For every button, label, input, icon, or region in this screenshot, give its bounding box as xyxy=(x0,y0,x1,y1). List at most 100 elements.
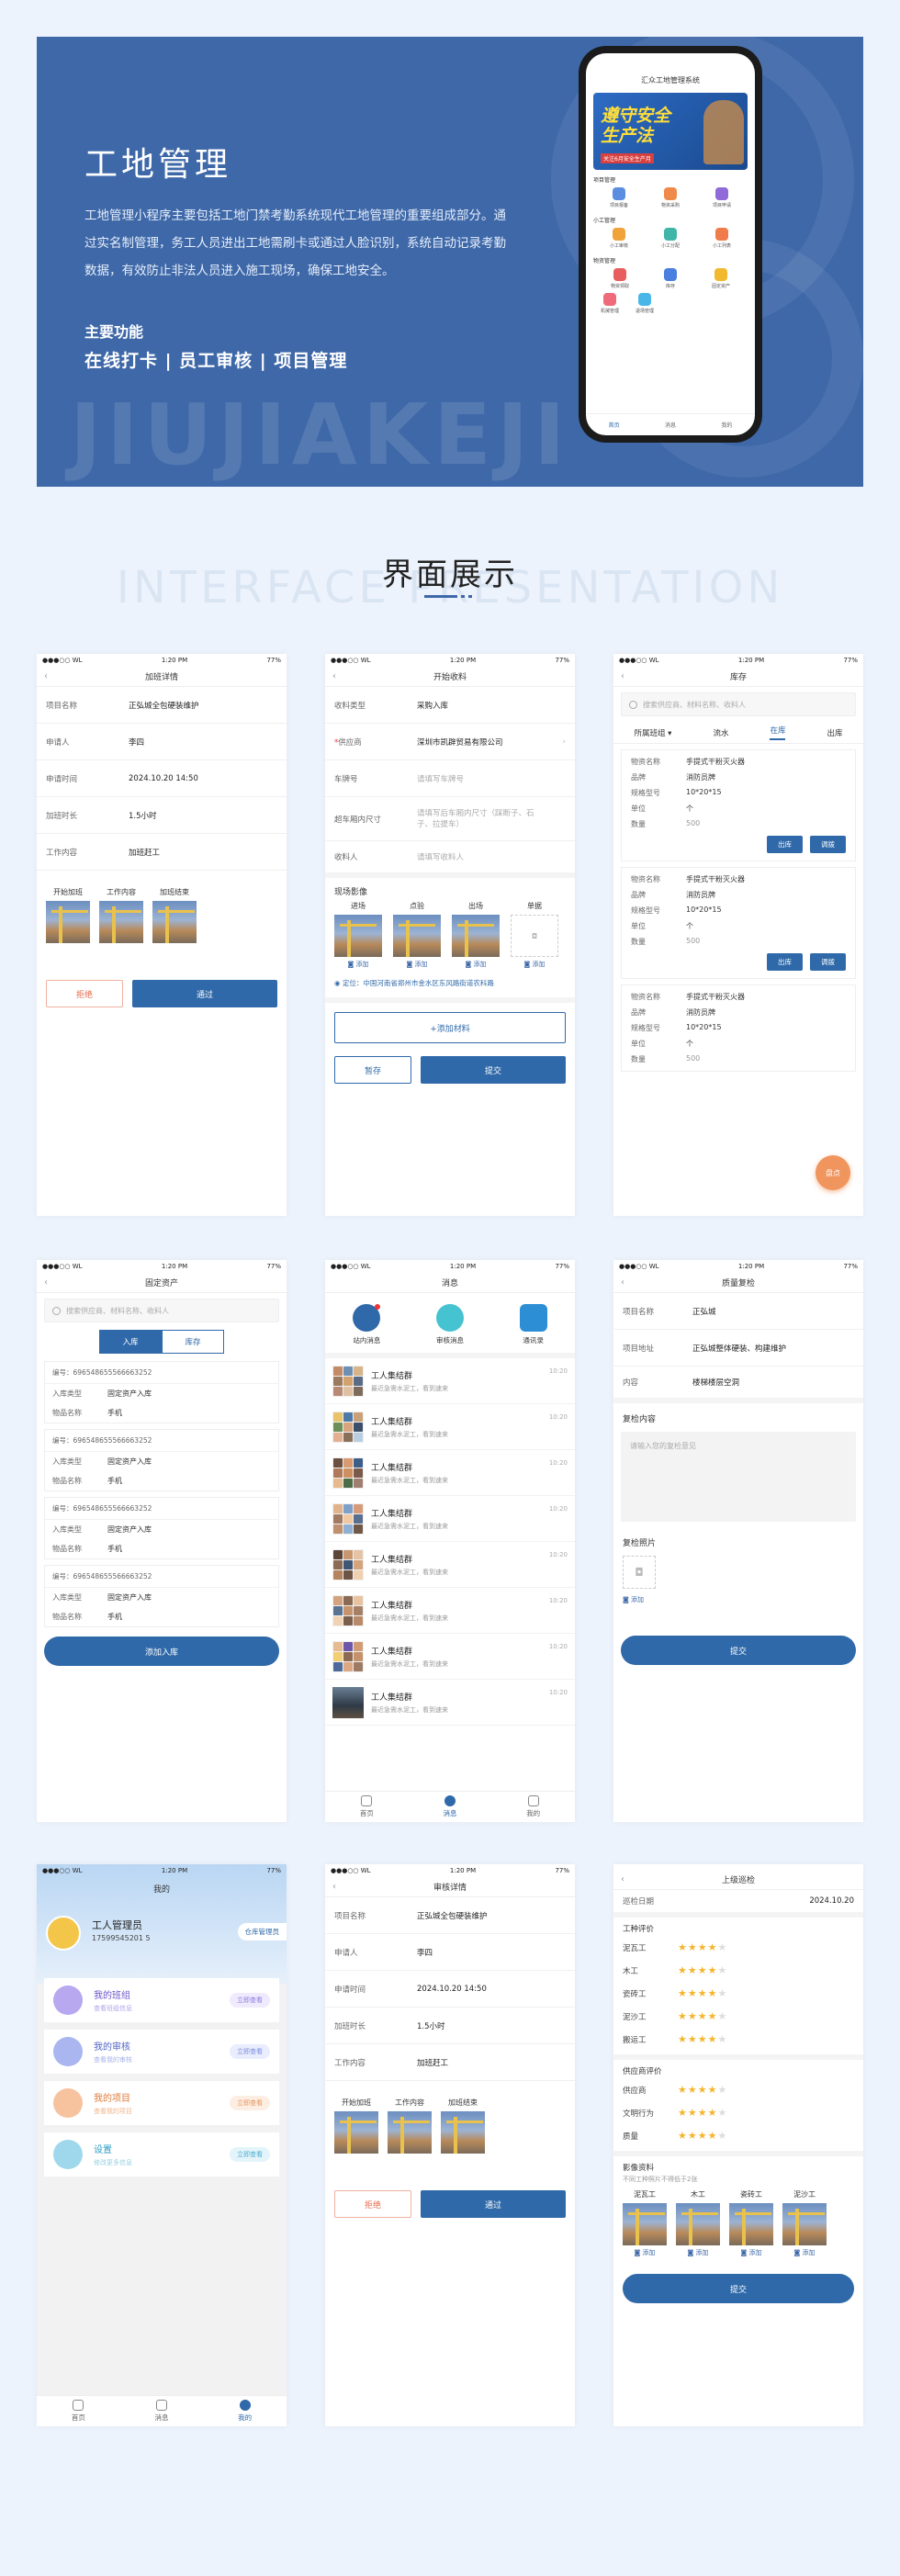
star-icon[interactable]: ★ xyxy=(688,1964,698,1976)
list-item[interactable]: 工人集结群 最近急需水泥工，看到速来 10:20 xyxy=(325,1404,575,1450)
tab-mine[interactable]: 我的 xyxy=(721,421,732,429)
list-item[interactable]: 工人集结群 最近急需水泥工，看到速来 10:20 xyxy=(325,1496,575,1542)
tab-flow[interactable]: 流水 xyxy=(713,727,728,738)
back-icon[interactable]: ‹ xyxy=(332,671,336,681)
star-icon[interactable]: ★ xyxy=(718,1964,728,1976)
star-icon[interactable]: ★ xyxy=(678,1987,688,1999)
star-icon[interactable]: ★ xyxy=(688,2107,698,2119)
star-icon[interactable]: ★ xyxy=(678,2084,688,2096)
menu-item[interactable]: 物资领取 xyxy=(611,268,629,289)
list-item[interactable]: 工人集结群 最近急需水泥工，看到速来 10:20 xyxy=(325,1358,575,1404)
star-rating[interactable]: ★★★★★ xyxy=(678,2033,727,2045)
menu-settings[interactable]: 设置 修改更多信息 立即查看 xyxy=(44,2132,279,2177)
tab-home[interactable]: 首页 xyxy=(609,421,620,429)
asset-card[interactable]: 编号：696548655566663252 入库类型 固定资产入库 物品名称 手机 xyxy=(44,1565,279,1627)
star-icon[interactable]: ★ xyxy=(698,2033,708,2045)
back-icon[interactable]: ‹ xyxy=(332,1882,336,1892)
add-photo-button[interactable]: ◙ 添加 xyxy=(634,2248,655,2257)
star-icon[interactable]: ★ xyxy=(718,2033,728,2045)
add-photo-button[interactable]: ◙ 添加 xyxy=(465,960,486,969)
list-item[interactable]: 工人集结群 最近急需水泥工，看到速来 10:20 xyxy=(325,1588,575,1634)
star-icon[interactable]: ★ xyxy=(708,2010,718,2022)
pass-button[interactable]: 通过 xyxy=(421,2190,566,2218)
star-rating[interactable]: ★★★★★ xyxy=(678,2084,727,2096)
plate-input[interactable]: 车牌号 请填写车牌号 xyxy=(325,760,575,797)
star-icon[interactable]: ★ xyxy=(698,2084,708,2096)
menu-item[interactable]: 小工分配 xyxy=(661,228,680,249)
camera-icon[interactable]: ◘ xyxy=(511,915,558,957)
site-photo[interactable] xyxy=(729,2203,773,2245)
list-item[interactable]: 工人集结群 最近急需水泥工，看到速来 10:20 xyxy=(325,1634,575,1680)
menu-item[interactable]: 物资采购 xyxy=(661,187,680,208)
out-button[interactable]: 出库 xyxy=(767,836,803,853)
review-messages[interactable]: 审核消息 xyxy=(435,1304,464,1345)
star-rating[interactable]: ★★★★★ xyxy=(678,1987,727,1999)
back-icon[interactable]: ‹ xyxy=(621,1874,624,1884)
add-photo-button[interactable]: ◙ 添加 xyxy=(347,960,368,969)
star-icon[interactable]: ★ xyxy=(678,1964,688,1976)
list-item[interactable]: 工人集结群 最近急需水泥工，看到速来 10:20 xyxy=(325,1450,575,1496)
camera-icon[interactable]: ◘ xyxy=(623,1556,656,1589)
site-photo[interactable] xyxy=(152,901,197,943)
tab-mine[interactable]: 我的 xyxy=(238,2400,252,2423)
star-rating[interactable]: ★★★★★ xyxy=(678,2107,727,2119)
asset-card[interactable]: 编号：696548655566663252 入库类型 固定资产入库 物品名称 手机 xyxy=(44,1361,279,1423)
star-icon[interactable]: ★ xyxy=(708,1987,718,1999)
star-icon[interactable]: ★ xyxy=(698,1964,708,1976)
tab-stock[interactable]: 库存 xyxy=(162,1330,224,1354)
back-icon[interactable]: ‹ xyxy=(44,671,48,681)
size-input[interactable]: 超车厢内尺寸 请填写后车厢内尺寸（踩断子、石子、拉提车） xyxy=(325,797,575,841)
tab-home[interactable]: 首页 xyxy=(72,2400,85,2423)
back-icon[interactable]: ‹ xyxy=(621,671,624,681)
tab-messages[interactable]: 消息 xyxy=(665,421,676,429)
reject-button[interactable]: 拒绝 xyxy=(46,980,123,1007)
star-icon[interactable]: ★ xyxy=(708,2033,718,2045)
add-inbound-button[interactable]: 添加入库 xyxy=(44,1637,279,1666)
star-icon[interactable]: ★ xyxy=(688,2010,698,2022)
tab-in-stock[interactable]: 在库 xyxy=(770,725,786,740)
list-item[interactable]: 工人集结群 最近急需水泥工，看到速来 10:20 xyxy=(325,1680,575,1726)
star-icon[interactable]: ★ xyxy=(688,1941,698,1953)
site-photo[interactable] xyxy=(393,915,441,957)
star-icon[interactable]: ★ xyxy=(678,2033,688,2045)
receiver-input[interactable]: 收料人 请填写收料人 xyxy=(325,841,575,878)
site-photo[interactable] xyxy=(99,901,143,943)
star-icon[interactable]: ★ xyxy=(698,1941,708,1953)
star-icon[interactable]: ★ xyxy=(708,2084,718,2096)
add-photo-button[interactable]: ◙ 添加 xyxy=(687,2248,708,2257)
form-row[interactable]: 收料类型 采购入库 xyxy=(325,687,575,724)
star-icon[interactable]: ★ xyxy=(718,2084,728,2096)
menu-item[interactable]: 小工审核 xyxy=(610,228,628,249)
safety-banner[interactable]: 遵守安全 生产法 关注6月安全生产月 xyxy=(593,93,748,170)
star-rating[interactable]: ★★★★★ xyxy=(678,2010,727,2022)
inbox-messages[interactable]: 站内消息 xyxy=(353,1304,381,1345)
star-icon[interactable]: ★ xyxy=(688,2084,698,2096)
star-icon[interactable]: ★ xyxy=(718,2130,728,2142)
star-icon[interactable]: ★ xyxy=(708,2107,718,2119)
star-icon[interactable]: ★ xyxy=(718,1941,728,1953)
submit-button[interactable]: 提交 xyxy=(421,1056,566,1084)
adjust-button[interactable]: 调拨 xyxy=(810,953,846,971)
reject-button[interactable]: 拒绝 xyxy=(334,2190,411,2218)
tab-inbound[interactable]: 入库 xyxy=(99,1330,162,1354)
team-dropdown[interactable]: 所属班组 ▾ xyxy=(634,727,671,738)
star-icon[interactable]: ★ xyxy=(718,2107,728,2119)
star-rating[interactable]: ★★★★★ xyxy=(678,1964,727,1976)
contacts[interactable]: 通讯录 xyxy=(519,1304,547,1345)
save-draft-button[interactable]: 暂存 xyxy=(334,1056,411,1084)
star-icon[interactable]: ★ xyxy=(708,1964,718,1976)
menu-item[interactable]: 固定资产 xyxy=(712,268,730,289)
menu-item[interactable]: 退场管理 xyxy=(636,293,654,314)
star-icon[interactable]: ★ xyxy=(718,2010,728,2022)
site-photo[interactable] xyxy=(782,2203,827,2245)
tab-out-stock[interactable]: 出库 xyxy=(827,727,842,738)
search-input[interactable]: 搜索供应商、材料名称、收料人 xyxy=(44,1299,279,1322)
site-photo[interactable] xyxy=(46,901,90,943)
menu-item[interactable]: 项目报备 xyxy=(610,187,628,208)
star-rating[interactable]: ★★★★★ xyxy=(678,2130,727,2142)
site-photo[interactable] xyxy=(388,2111,432,2154)
stocktake-fab[interactable]: 盘点 xyxy=(816,1155,850,1190)
menu-item[interactable]: 项目申请 xyxy=(713,187,731,208)
star-icon[interactable]: ★ xyxy=(688,2130,698,2142)
site-photo[interactable] xyxy=(623,2203,667,2245)
